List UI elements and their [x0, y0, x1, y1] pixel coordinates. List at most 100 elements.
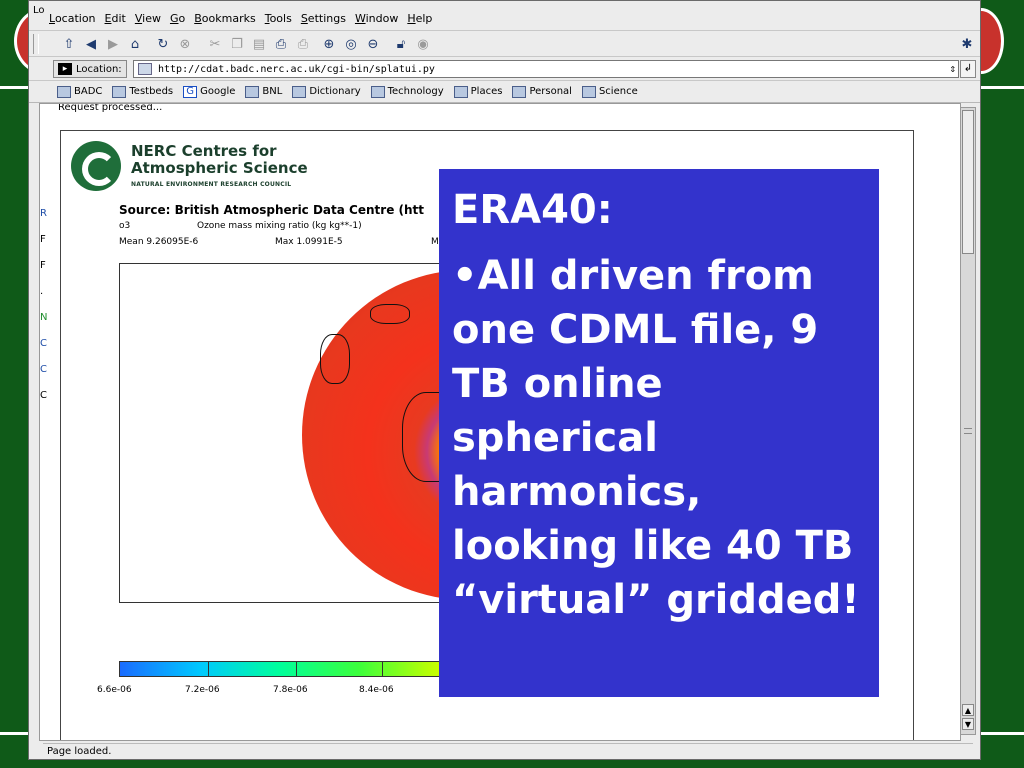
google-icon: G — [183, 85, 198, 98]
bookmark-folder-icon — [581, 85, 596, 98]
bookmark-dictionary[interactable]: Dictionary — [292, 85, 361, 98]
colorbar-tick — [382, 662, 383, 676]
location-bar: ▸ Location: http://cdat.badc.nerc.ac.uk/… — [29, 57, 980, 81]
menu-tools[interactable]: Tools — [265, 12, 292, 25]
bookmark-folder-icon — [453, 85, 468, 98]
throbber-icon: ✱ — [961, 36, 973, 52]
print-preview-icon[interactable]: ⎙ — [293, 34, 313, 54]
bookmark-folder-icon — [370, 85, 385, 98]
coastline — [320, 334, 350, 384]
bookmark-google[interactable]: G Google — [183, 85, 236, 98]
mean-value: Mean 9.26095E-6 — [119, 237, 199, 247]
menu-window[interactable]: Window — [355, 12, 398, 25]
colorbar-label: 7.2e-06 — [185, 685, 220, 695]
bookmark-folder-icon — [512, 85, 527, 98]
print-icon[interactable]: ⎙ — [271, 34, 291, 54]
plot-source: Source: British Atmospheric Data Centre … — [119, 203, 425, 217]
slide-text-box: ERA40: •All driven from one CDML file, 9… — [439, 169, 879, 697]
paste-icon[interactable]: ▤ — [249, 34, 269, 54]
menu-settings[interactable]: Settings — [301, 12, 346, 25]
go-button[interactable]: ↲ — [960, 60, 976, 78]
variable-name: o3 — [119, 221, 131, 231]
bookmark-technology[interactable]: Technology — [370, 85, 444, 98]
main-toolbar: ⇧ ◀ ▶ ⌂ ↻ ⊗ ✂ ❐ ▤ ⎙ ⎙ ⊕ ◎ ⊖ 🔓︎ ◉ ✱ — [29, 31, 980, 57]
margin-char[interactable]: R — [40, 208, 47, 234]
up-icon[interactable]: ⇧ — [59, 34, 79, 54]
location-label-button[interactable]: ▸ Location: — [53, 60, 127, 78]
scrollbar-grip — [964, 428, 972, 434]
margin-char: C — [40, 390, 47, 401]
find-icon[interactable]: ◉ — [413, 34, 433, 54]
vertical-scrollbar[interactable]: ▲ ▼ — [960, 107, 976, 735]
menu-go[interactable]: Go — [170, 12, 185, 25]
window-corner-label: Lo — [33, 5, 45, 16]
bookmarks-bar: BADC Testbeds G Google BNL Dictionary Tec… — [29, 81, 980, 103]
menu-bookmarks[interactable]: Bookmarks — [194, 12, 255, 25]
home-icon[interactable]: ⌂ — [125, 34, 145, 54]
bookmark-folder-icon — [57, 85, 71, 98]
book-icon — [292, 85, 307, 98]
org-name-line2: Atmospheric Science — [131, 159, 308, 177]
zoom-out-icon[interactable]: ⊖ — [363, 34, 383, 54]
url-history-dropdown-icon[interactable]: ⇕ — [949, 62, 956, 75]
bookmark-label: BNL — [262, 86, 283, 97]
stop-icon[interactable]: ⊗ — [175, 34, 195, 54]
bookmark-bnl[interactable]: BNL — [245, 85, 283, 98]
lock-icon[interactable]: 🔓︎ — [391, 34, 411, 54]
org-name-line1: NERC Centres for — [131, 142, 277, 160]
location-label: Location: — [76, 63, 122, 75]
bookmark-label: Google — [200, 86, 236, 97]
colorbar-tick — [208, 662, 209, 676]
menu-help[interactable]: Help — [407, 12, 432, 25]
request-status: Request processed... — [58, 103, 163, 113]
bookmark-testbeds[interactable]: Testbeds — [112, 85, 174, 98]
zoom-normal-icon[interactable]: ◎ — [341, 34, 361, 54]
bookmark-science[interactable]: Science — [581, 85, 638, 98]
scroll-up-arrow-icon[interactable]: ▲ — [962, 704, 974, 716]
bookmark-places[interactable]: Places — [453, 85, 503, 98]
bookmark-label: Places — [470, 86, 503, 97]
menu-location[interactable]: Location — [49, 12, 96, 25]
bookmark-personal[interactable]: Personal — [512, 85, 572, 98]
menu-bar: Lo Location Edit View Go Bookmarks Tools… — [29, 1, 980, 31]
variable-description: Ozone mass mixing ratio (kg kg**-1) — [197, 221, 362, 231]
slide-bullet: •All driven from one CDML file, 9 TB onl… — [452, 253, 860, 623]
bookmark-label: Personal — [529, 86, 572, 97]
help-page-icon — [245, 85, 260, 98]
margin-char[interactable]: C — [40, 338, 47, 364]
bookmark-label: Technology — [387, 86, 444, 97]
colorbar-label: 7.8e-06 — [273, 685, 308, 695]
margin-char[interactable]: C — [40, 364, 47, 390]
left-margin-text: R F F . N C C C — [40, 208, 47, 416]
colorbar-label: 6.6e-06 — [97, 685, 132, 695]
url-input[interactable]: http://cdat.badc.nerc.ac.uk/cgi-bin/spla… — [133, 60, 959, 78]
nerc-logo-icon — [71, 141, 121, 191]
bookmark-label: Testbeds — [129, 86, 174, 97]
cut-icon[interactable]: ✂ — [205, 34, 225, 54]
bookmark-folder-icon — [112, 85, 127, 98]
margin-char[interactable]: N — [40, 312, 47, 338]
scrollbar-thumb[interactable] — [962, 110, 974, 254]
copy-icon[interactable]: ❐ — [227, 34, 247, 54]
menu-view[interactable]: View — [135, 12, 161, 25]
toolbar-grip[interactable] — [33, 34, 39, 54]
menu-edit[interactable]: Edit — [105, 12, 126, 25]
bookmark-label: BADC — [74, 86, 103, 97]
bookmark-badc[interactable]: BADC — [57, 85, 103, 98]
slide-title: ERA40: — [452, 187, 613, 233]
location-arrow-icon: ▸ — [58, 63, 72, 75]
bookmark-label: Science — [598, 86, 638, 97]
reload-icon[interactable]: ↻ — [153, 34, 173, 54]
margin-char: F — [40, 260, 46, 271]
org-subtitle: NATURAL ENVIRONMENT RESEARCH COUNCIL — [131, 181, 292, 188]
favicon-icon — [138, 63, 152, 75]
status-bar: Page loaded. — [43, 743, 973, 758]
scroll-down-arrow-icon[interactable]: ▼ — [962, 718, 974, 730]
colorbar-label: 8.4e-06 — [359, 685, 394, 695]
forward-icon[interactable]: ▶ — [103, 34, 123, 54]
max-value: Max 1.0991E-5 — [275, 237, 343, 247]
colorbar-tick — [296, 662, 297, 676]
margin-char: . — [40, 286, 44, 297]
zoom-in-icon[interactable]: ⊕ — [319, 34, 339, 54]
back-icon[interactable]: ◀ — [81, 34, 101, 54]
